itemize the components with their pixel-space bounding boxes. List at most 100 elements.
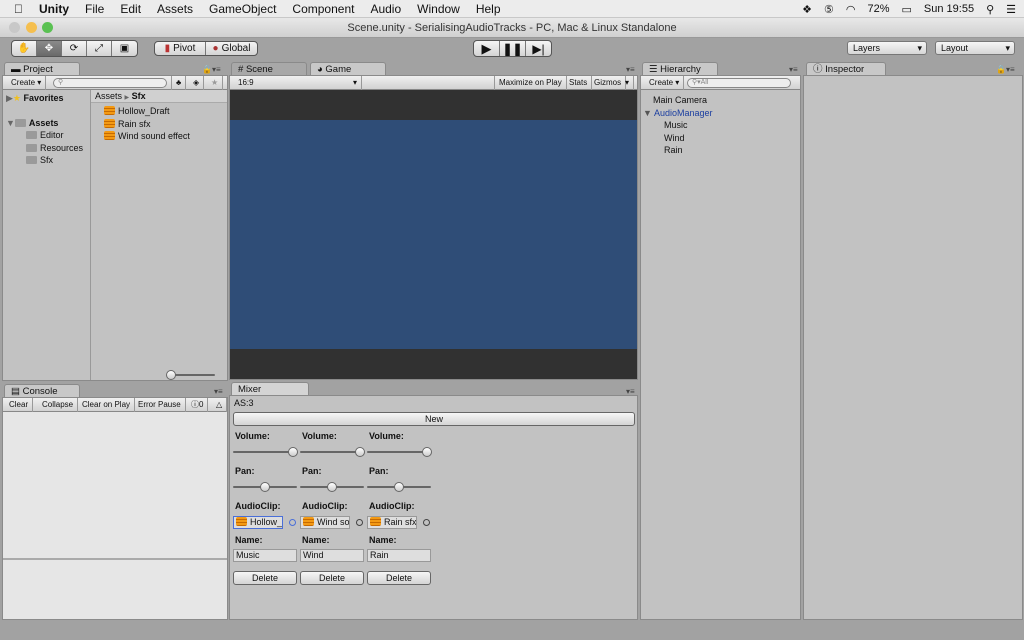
favorites-item[interactable]: ▶★ Favorites <box>6 92 90 105</box>
close-window-button[interactable] <box>9 22 20 33</box>
apple-icon[interactable]:  <box>0 2 31 16</box>
error-pause-toggle[interactable]: Error Pause <box>134 398 186 412</box>
info-count-toggle[interactable]: ⓘ0 <box>187 398 209 412</box>
menu-component[interactable]: Component <box>284 2 362 16</box>
tab-project[interactable]: ▬ Project <box>4 62 80 76</box>
hierarchy-item-main-camera[interactable]: Main Camera <box>653 94 712 107</box>
pivot-button[interactable]: ▮ Pivot <box>155 42 206 55</box>
delete-track-button[interactable]: Delete <box>300 571 364 585</box>
panel-menu-icon[interactable]: ▾≡ <box>626 65 635 74</box>
menu-help[interactable]: Help <box>468 2 509 16</box>
delete-track-button[interactable]: Delete <box>233 571 297 585</box>
hierarchy-search-input[interactable]: ⚲▾All <box>687 78 791 88</box>
wifi-icon[interactable]: ◠ <box>846 3 856 16</box>
volume-slider[interactable] <box>233 447 298 457</box>
pause-icon[interactable]: ❚❚ <box>500 41 526 56</box>
spotlight-search-icon[interactable]: ⚲ <box>986 3 994 16</box>
hierarchy-item-audiomanager[interactable]: ▼ AudioManager <box>643 107 712 120</box>
tab-scene[interactable]: # Scene <box>231 62 307 76</box>
clock[interactable]: Sun 19:55 <box>924 3 974 15</box>
icon-size-slider[interactable] <box>166 370 215 380</box>
menu-unity[interactable]: Unity <box>31 2 77 16</box>
filter-type-icon[interactable]: ♣ <box>171 76 187 90</box>
dropbox-icon[interactable]: ❖ <box>802 3 812 16</box>
tab-inspector[interactable]: ⓘ Inspector <box>806 62 886 76</box>
object-picker-icon[interactable] <box>356 519 363 526</box>
folder-editor[interactable]: Editor <box>6 129 90 142</box>
tab-hierarchy[interactable]: ☰ Hierarchy <box>642 62 718 76</box>
hierarchy-item-music[interactable]: Music <box>653 119 712 132</box>
menu-edit[interactable]: Edit <box>112 2 149 16</box>
track-name-input[interactable]: Wind <box>300 549 364 562</box>
folder-icon <box>26 131 37 139</box>
asset-file-item[interactable]: Rain sfx <box>104 118 190 131</box>
pan-slider[interactable] <box>233 482 297 492</box>
pan-slider[interactable] <box>300 482 364 492</box>
global-button[interactable]: ● Global <box>206 42 257 55</box>
rect-tool-icon[interactable]: ▣ <box>112 41 137 56</box>
scale-tool-icon[interactable]: ⤢ <box>87 41 112 56</box>
project-search-input[interactable]: ⚲ <box>53 78 167 88</box>
hierarchy-item-wind[interactable]: Wind <box>653 132 712 145</box>
stats-toggle[interactable]: Stats <box>565 76 593 90</box>
move-tool-icon[interactable]: ✥ <box>37 41 62 56</box>
notification-center-icon[interactable]: ☰ <box>1006 3 1016 16</box>
maximize-on-play-toggle[interactable]: Maximize on Play <box>494 76 567 90</box>
track-name-input[interactable]: Rain <box>367 549 431 562</box>
menu-gameobject[interactable]: GameObject <box>201 2 284 16</box>
track-name-input[interactable]: Music <box>233 549 297 562</box>
game-camera-view[interactable] <box>230 120 637 349</box>
object-picker-icon[interactable] <box>423 519 430 526</box>
delete-track-button[interactable]: Delete <box>367 571 431 585</box>
volume-slider[interactable] <box>367 447 432 457</box>
breadcrumb-assets[interactable]: Assets <box>95 91 122 101</box>
clear-on-play-toggle[interactable]: Clear on Play <box>78 398 136 412</box>
play-icon[interactable]: ▶ <box>474 41 500 56</box>
favorite-star-icon[interactable]: ★ <box>207 76 224 90</box>
hierarchy-item-rain[interactable]: Rain <box>653 144 712 157</box>
minimize-window-button[interactable] <box>26 22 37 33</box>
layout-dropdown[interactable]: Layout <box>935 41 1015 55</box>
tab-mixer[interactable]: Mixer <box>231 382 309 396</box>
collapse-toggle[interactable]: Collapse <box>38 398 79 412</box>
hand-tool-icon[interactable]: ✋ <box>12 41 37 56</box>
menu-audio[interactable]: Audio <box>362 2 409 16</box>
rotate-tool-icon[interactable]: ⟳ <box>62 41 87 56</box>
lock-panel-menu-icon[interactable]: 🔒▾≡ <box>996 65 1015 74</box>
lock-panel-menu-icon[interactable]: 🔒▾≡ <box>202 65 221 74</box>
menu-assets[interactable]: Assets <box>149 2 201 16</box>
aspect-dropdown[interactable]: 16:9 ▾ <box>234 76 362 90</box>
folder-sfx[interactable]: Sfx <box>6 154 90 167</box>
battery-icon[interactable]: ▭ <box>902 3 912 16</box>
asset-file-item[interactable]: Hollow_Draft <box>104 105 190 118</box>
clear-button[interactable]: Clear <box>5 398 34 412</box>
object-picker-icon[interactable] <box>289 519 296 526</box>
create-dropdown[interactable]: Create ▾ <box>7 76 47 90</box>
gizmos-dropdown-icon[interactable]: ▾ <box>621 76 635 90</box>
tab-console[interactable]: ▤ Console <box>4 384 80 398</box>
audioclip-field[interactable]: Rain sfx <box>367 516 417 529</box>
create-dropdown[interactable]: Create ▾ <box>645 76 685 90</box>
audioclip-field[interactable]: Hollow_I <box>233 516 283 529</box>
filter-label-icon[interactable]: ◈ <box>189 76 205 90</box>
menu-window[interactable]: Window <box>409 2 468 16</box>
new-track-button[interactable]: New <box>233 412 635 426</box>
pan-slider[interactable] <box>367 482 431 492</box>
layers-dropdown[interactable]: Layers <box>847 41 927 55</box>
step-icon[interactable]: ▶| <box>526 41 551 56</box>
panel-menu-icon[interactable]: ▾≡ <box>214 387 223 396</box>
console-splitter[interactable] <box>3 558 227 560</box>
folder-resources[interactable]: Resources <box>6 142 90 155</box>
status-5-icon[interactable]: ⑤ <box>824 3 834 16</box>
asset-file-item[interactable]: Wind sound effect <box>104 130 190 143</box>
panel-menu-icon[interactable]: ▾≡ <box>789 65 798 74</box>
audioclip-field[interactable]: Wind sou <box>300 516 350 529</box>
breadcrumb-sfx[interactable]: Sfx <box>132 91 146 101</box>
assets-folder[interactable]: ▼ Assets <box>6 117 90 130</box>
volume-slider[interactable] <box>300 447 365 457</box>
zoom-window-button[interactable] <box>42 22 53 33</box>
name-label: Name: <box>369 535 397 545</box>
menu-file[interactable]: File <box>77 2 112 16</box>
warning-icon[interactable]: △ <box>212 398 228 412</box>
tab-game[interactable]: ◕ Game <box>310 62 386 76</box>
